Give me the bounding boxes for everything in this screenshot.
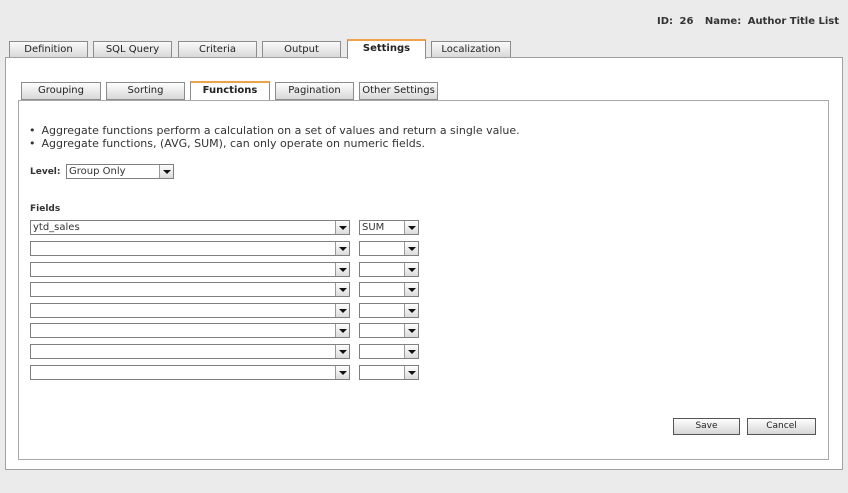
- note-item: Aggregate functions, (AVG, SUM), can onl…: [29, 137, 520, 150]
- field-select[interactable]: [30, 323, 350, 338]
- chevron-down-icon[interactable]: [335, 345, 349, 358]
- tab-settings[interactable]: Settings: [347, 39, 426, 59]
- id-value: 26: [679, 16, 694, 27]
- chevron-down-icon[interactable]: [404, 283, 418, 296]
- chevron-down-icon[interactable]: [335, 366, 349, 379]
- chevron-down-icon[interactable]: [404, 242, 418, 255]
- name-label: Name:: [704, 16, 742, 27]
- field-select[interactable]: [30, 282, 350, 297]
- field-select[interactable]: [30, 241, 350, 256]
- cancel-button[interactable]: Cancel: [747, 418, 816, 435]
- chevron-down-icon[interactable]: [335, 221, 349, 234]
- chevron-down-icon[interactable]: [335, 283, 349, 296]
- fields-label: Fields: [30, 204, 61, 214]
- function-select[interactable]: [359, 323, 419, 338]
- subtab-pagination[interactable]: Pagination: [275, 82, 354, 100]
- function-select[interactable]: [359, 365, 419, 380]
- chevron-down-icon[interactable]: [335, 324, 349, 337]
- name-value: Author Title List: [747, 16, 839, 27]
- function-select[interactable]: [359, 282, 419, 297]
- field-select-value: ytd_sales: [33, 222, 80, 233]
- level-select-value: Group Only: [69, 166, 126, 177]
- level-select[interactable]: Group Only: [66, 164, 174, 179]
- chevron-down-icon[interactable]: [404, 324, 418, 337]
- chevron-down-icon[interactable]: [404, 221, 418, 234]
- note-item: Aggregate functions perform a calculatio…: [29, 124, 520, 137]
- functions-panel: [18, 100, 829, 460]
- chevron-down-icon[interactable]: [404, 345, 418, 358]
- chevron-down-icon[interactable]: [404, 304, 418, 317]
- chevron-down-icon[interactable]: [335, 304, 349, 317]
- info-notes: Aggregate functions perform a calculatio…: [29, 124, 520, 150]
- chevron-down-icon[interactable]: [159, 165, 173, 178]
- subtab-functions[interactable]: Functions: [190, 81, 270, 100]
- subtab-grouping[interactable]: Grouping: [21, 82, 101, 100]
- chevron-down-icon[interactable]: [335, 242, 349, 255]
- subtab-sorting[interactable]: Sorting: [106, 82, 185, 100]
- field-select[interactable]: [30, 344, 350, 359]
- save-button[interactable]: Save: [673, 418, 740, 435]
- field-select[interactable]: [30, 303, 350, 318]
- chevron-down-icon[interactable]: [404, 366, 418, 379]
- id-label: ID:: [656, 16, 673, 27]
- chevron-down-icon[interactable]: [335, 263, 349, 276]
- function-select[interactable]: [359, 241, 419, 256]
- report-header: ID: 26 Name: Author Title List: [654, 16, 839, 27]
- chevron-down-icon[interactable]: [404, 263, 418, 276]
- function-select[interactable]: [359, 344, 419, 359]
- subtab-other-settings[interactable]: Other Settings: [359, 82, 438, 100]
- function-select[interactable]: [359, 303, 419, 318]
- function-select[interactable]: SUM: [359, 220, 419, 235]
- field-select[interactable]: [30, 262, 350, 277]
- function-select[interactable]: [359, 262, 419, 277]
- field-select[interactable]: ytd_sales: [30, 220, 350, 235]
- level-label: Level:: [30, 167, 61, 177]
- field-select[interactable]: [30, 365, 350, 380]
